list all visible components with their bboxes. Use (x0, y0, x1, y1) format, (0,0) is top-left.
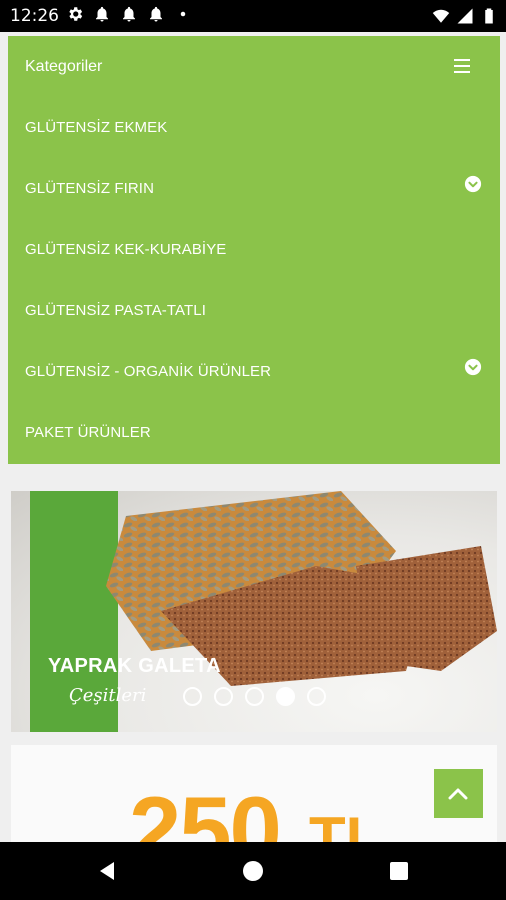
scroll-to-top-button[interactable] (434, 769, 483, 818)
category-item-label: GLÜTENSİZ - ORGANİK ÜRÜNLER (25, 363, 272, 380)
back-icon[interactable] (96, 860, 118, 882)
android-nav-bar (0, 842, 506, 900)
slider-dot[interactable] (307, 687, 326, 706)
chevron-down-icon[interactable] (464, 358, 482, 376)
category-menu: Kategoriler GLÜTENSİZ EKMEK GLÜTENSİZ FI… (8, 36, 500, 464)
recent-apps-icon[interactable] (390, 862, 408, 880)
slider-dot[interactable] (245, 687, 264, 706)
slider-dot[interactable] (214, 687, 233, 706)
notification-bell-icon (96, 6, 108, 22)
home-icon[interactable] (243, 861, 263, 881)
wifi-icon (432, 9, 450, 23)
status-system-icons (432, 6, 498, 26)
settings-icon (69, 7, 83, 21)
category-item-paket[interactable]: PAKET ÜRÜNLER (8, 402, 500, 463)
slide-title: YAPRAK GALETA (48, 655, 221, 677)
category-menu-header: Kategoriler (8, 36, 500, 97)
category-item-ekmek[interactable]: GLÜTENSİZ EKMEK (8, 97, 500, 158)
promo-unit: TL (309, 805, 383, 843)
status-bar: 12:26 (0, 0, 506, 32)
promo-amount: 250 (129, 777, 282, 843)
notification-bell-icon (123, 6, 135, 22)
signal-icon (457, 8, 473, 24)
category-item-pasta-tatli[interactable]: GLÜTENSİZ PASTA-TATLI (8, 280, 500, 341)
category-item-label: PAKET ÜRÜNLER (25, 424, 151, 441)
promo-banner[interactable]: 250 TL (11, 745, 497, 842)
status-notification-icons (66, 5, 192, 23)
category-item-firin[interactable]: GLÜTENSİZ FIRIN (8, 158, 500, 219)
notification-bell-icon (150, 6, 162, 22)
category-item-label: GLÜTENSİZ PASTA-TATLI (25, 302, 207, 319)
chevron-up-icon (448, 788, 468, 800)
category-item-organik[interactable]: GLÜTENSİZ - ORGANİK ÜRÜNLER (8, 341, 500, 402)
category-item-label: GLÜTENSİZ FIRIN (25, 180, 155, 197)
category-item-label: GLÜTENSİZ KEK-KURABİYE (25, 241, 227, 258)
status-time: 12:26 (10, 6, 59, 26)
slider-dot[interactable] (183, 687, 202, 706)
slider-pagination (183, 687, 326, 706)
slider-dot-active[interactable] (276, 687, 295, 706)
product-slider[interactable]: YAPRAK GALETA Çeşitleri (11, 491, 497, 732)
category-item-label: GLÜTENSİZ EKMEK (25, 119, 168, 136)
hamburger-menu-icon[interactable] (454, 59, 470, 73)
category-menu-title: Kategoriler (25, 58, 103, 75)
category-item-kek-kurabiye[interactable]: GLÜTENSİZ KEK-KURABİYE (8, 219, 500, 280)
slide-subtitle: Çeşitleri (69, 685, 147, 706)
battery-icon (485, 8, 493, 24)
chevron-down-icon[interactable] (464, 175, 482, 193)
dot-icon (180, 11, 186, 17)
